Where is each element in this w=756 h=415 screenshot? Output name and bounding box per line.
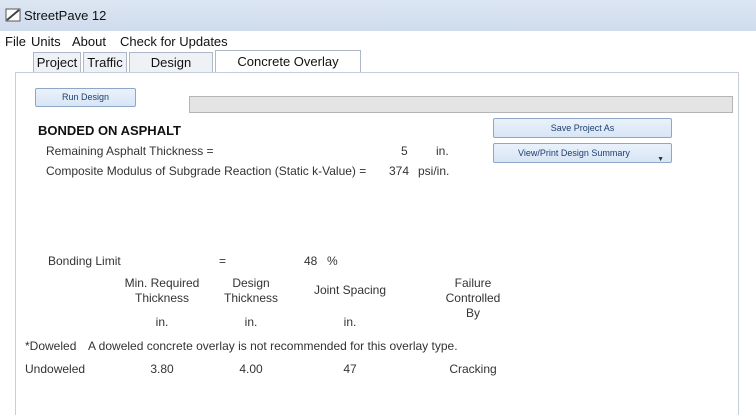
composite-modulus-unit: psi/in. [418,164,450,178]
composite-modulus-value: 374 [389,164,410,178]
undoweled-joint-spacing: 47 [343,362,357,376]
menu-bar: File Units About Check for Updates [0,31,756,51]
header-min-required-line1: Min. Required [124,276,200,290]
section-heading: BONDED ON ASPHALT [38,123,181,138]
menu-about[interactable]: About [72,34,106,49]
unit-design: in. [244,315,258,329]
menu-file[interactable]: File [5,34,26,49]
remaining-thickness-unit: in. [436,144,449,158]
unit-joint-spacing: in. [343,315,357,329]
tab-concrete-overlay-design[interactable]: Concrete Overlay Design [215,50,361,91]
header-failure-line3: By [465,306,480,320]
header-design-line2: Thickness [223,291,279,305]
view-print-summary-dropdown[interactable]: View/Print Design Summary ▼ [493,143,672,163]
composite-modulus-label: Composite Modulus of Subgrade Reaction (… [46,164,367,178]
bonding-limit-value: 48 [304,254,318,268]
bonding-limit-label: Bonding Limit [48,254,121,268]
menu-units[interactable]: Units [31,34,61,49]
tab-project[interactable]: Project [33,52,81,72]
chevron-down-icon: ▼ [657,156,664,163]
header-min-required-line2: Thickness [134,291,190,305]
remaining-thickness-label: Remaining Asphalt Thickness = [46,144,214,158]
header-failure-line2: Controlled [445,291,501,305]
header-failure-line1: Failure [454,276,492,290]
header-joint-spacing: Joint Spacing [313,283,387,297]
doweled-row-label: *Doweled [25,339,77,353]
title-bar: StreetPave 12 [0,0,756,31]
undoweled-row-label: Undoweled [25,362,86,376]
view-print-summary-label: View/Print Design Summary [518,148,630,158]
undoweled-failure: Cracking [449,362,497,376]
header-design-line1: Design [232,276,270,290]
tab-design-details[interactable]: Design Details [129,52,213,90]
bonding-limit-equals: = [219,254,227,268]
doweled-row-message: A doweled concrete overlay is not recomm… [88,339,458,353]
undoweled-min-required: 3.80 [150,362,174,376]
undoweled-design-thickness: 4.00 [239,362,263,376]
tab-traffic[interactable]: Traffic [83,52,127,72]
remaining-thickness-value: 5 [401,144,408,158]
window-title: StreetPave 12 [24,8,107,23]
app-icon [5,8,21,22]
progress-bar [189,96,733,113]
run-design-button[interactable]: Run Design [35,88,136,107]
bonding-limit-unit: % [327,254,338,268]
save-project-as-button[interactable]: Save Project As [493,118,672,138]
unit-min-required: in. [155,315,169,329]
menu-check-for-updates[interactable]: Check for Updates [120,34,228,49]
